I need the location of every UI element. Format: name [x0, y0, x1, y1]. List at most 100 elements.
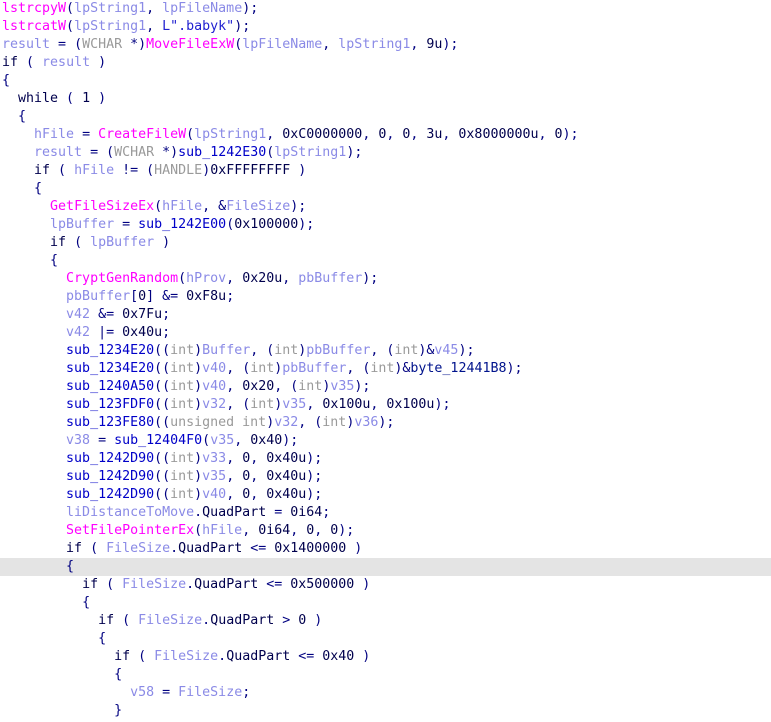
- code-line[interactable]: if ( hFile != (HANDLE)0xFFFFFFFF ): [0, 162, 771, 180]
- code-line[interactable]: result = (WCHAR *)sub_1242E30(lpString1)…: [0, 144, 771, 162]
- code-line[interactable]: if ( result ): [0, 54, 771, 72]
- token-plain: ,: [226, 379, 243, 394]
- code-line[interactable]: sub_1240A50((int)v40, 0x20, (int)v35);: [0, 378, 771, 396]
- token-var: hFile: [74, 163, 115, 178]
- token-func[interactable]: sub_12404F0: [114, 433, 202, 448]
- token-plain: (: [178, 271, 187, 286]
- token-kw: if: [34, 163, 51, 178]
- code-line[interactable]: GetFileSizeEx(hFile, &FileSize);: [0, 198, 771, 216]
- token-member: QuadPart: [226, 649, 291, 664]
- token-func[interactable]: sub_1242D90: [66, 451, 154, 466]
- token-api[interactable]: SetFilePointerEx: [66, 523, 194, 538]
- token-plain: ): [346, 541, 363, 556]
- code-line[interactable]: sub_1234E20((int)Buffer, (int)pbBuffer, …: [0, 342, 771, 360]
- code-line[interactable]: result = (WCHAR *)MoveFileExW(lpFileName…: [0, 36, 771, 54]
- token-func[interactable]: sub_1242E30: [178, 145, 266, 160]
- code-line[interactable]: sub_123FE80((unsigned int)v32, (int)v36)…: [0, 414, 771, 432]
- token-plain: ((: [154, 397, 171, 412]
- token-api[interactable]: CreateFileW: [98, 127, 186, 142]
- code-line[interactable]: lpBuffer = sub_1242E00(0x100000);: [0, 216, 771, 234]
- token-api[interactable]: CryptGenRandom: [66, 271, 178, 286]
- token-num: 0xC0000000: [282, 127, 363, 142]
- token-func[interactable]: sub_1234E20: [66, 361, 154, 376]
- code-line[interactable]: if ( FileSize.QuadPart > 0 ): [0, 612, 771, 630]
- pseudocode-view[interactable]: lstrcpyW(lpString1, lpFileName); lstrcatW…: [0, 0, 771, 722]
- code-line[interactable]: {: [0, 108, 771, 126]
- code-line[interactable]: sub_1234E20((int)v40, (int)pbBuffer, (in…: [0, 360, 771, 378]
- token-plain: ;: [162, 307, 171, 322]
- token-plain: = (: [82, 145, 115, 160]
- token-func[interactable]: sub_1234E20: [66, 343, 154, 358]
- token-func[interactable]: sub_123FDF0: [66, 397, 154, 412]
- token-plain: *): [130, 37, 147, 52]
- token-plain: ,: [226, 271, 243, 286]
- code-line[interactable]: lstrcatW(lpString1, L".babyk");: [0, 18, 771, 36]
- code-line[interactable]: liDistanceToMove.QuadPart = 0i64;: [0, 504, 771, 522]
- token-var: result: [42, 55, 91, 70]
- token-api[interactable]: GetFileSizeEx: [50, 199, 154, 214]
- token-api[interactable]: MoveFileExW: [146, 37, 234, 52]
- token-num: 0xF8u: [186, 289, 227, 304]
- code-line[interactable]: sub_123FDF0((int)v32, (int)v35, 0x100u, …: [0, 396, 771, 414]
- token-func[interactable]: sub_1242D90: [66, 487, 154, 502]
- code-line[interactable]: hFile = CreateFileW(lpString1, 0xC000000…: [0, 126, 771, 144]
- token-num: 0x100u: [322, 397, 371, 412]
- token-kw: if: [2, 55, 19, 70]
- token-func[interactable]: sub_123FE80: [66, 415, 154, 430]
- code-line[interactable]: if ( FileSize.QuadPart <= 0x500000 ): [0, 576, 771, 594]
- token-var: lpFileName: [242, 37, 323, 52]
- token-plain: {: [98, 631, 107, 646]
- code-line[interactable]: v42 |= 0x40u;: [0, 324, 771, 342]
- token-type: int: [170, 487, 195, 502]
- token-kw: while: [18, 91, 59, 106]
- code-line[interactable]: CryptGenRandom(hProv, 0x20u, pbBuffer);: [0, 270, 771, 288]
- token-plain: {: [34, 181, 43, 196]
- token-var: v40: [202, 361, 227, 376]
- token-plain: ): [194, 379, 203, 394]
- code-line[interactable]: if ( FileSize.QuadPart <= 0x40 ): [0, 648, 771, 666]
- code-line[interactable]: {: [0, 630, 771, 648]
- code-line[interactable]: pbBuffer[0] &= 0xF8u;: [0, 288, 771, 306]
- token-plain: , (: [298, 415, 323, 430]
- code-line[interactable]: SetFilePointerEx(hFile, 0i64, 0, 0);: [0, 522, 771, 540]
- code-line[interactable]: v58 = FileSize;: [0, 684, 771, 702]
- token-plain: (: [66, 1, 75, 16]
- token-api[interactable]: lstrcpyW: [2, 1, 66, 16]
- token-plain: )&: [418, 343, 435, 358]
- token-api[interactable]: lstrcatW: [2, 19, 66, 34]
- token-plain: {: [114, 667, 123, 682]
- code-line[interactable]: sub_1242D90((int)v35, 0, 0x40u);: [0, 468, 771, 486]
- code-line[interactable]: {: [0, 180, 771, 198]
- token-plain: ] &=: [146, 289, 187, 304]
- token-kw: if: [114, 649, 131, 664]
- code-line[interactable]: v38 = sub_12404F0(v35, 0x40);: [0, 432, 771, 450]
- code-line[interactable]: if ( lpBuffer ): [0, 234, 771, 252]
- code-line[interactable]: while ( 1 ): [0, 90, 771, 108]
- code-line[interactable]: {: [0, 666, 771, 684]
- code-line[interactable]: }: [0, 702, 771, 720]
- token-var: v40: [202, 379, 227, 394]
- code-line[interactable]: sub_1242D90((int)v33, 0, 0x40u);: [0, 450, 771, 468]
- token-var: v33: [202, 451, 227, 466]
- code-line[interactable]: {: [0, 558, 771, 576]
- token-func[interactable]: sub_1242E00: [138, 217, 226, 232]
- token-var: pbBuffer: [66, 289, 131, 304]
- token-plain: {: [50, 253, 59, 268]
- token-num: 0x500000: [290, 577, 355, 592]
- code-line[interactable]: sub_1242D90((int)v40, 0, 0x40u);: [0, 486, 771, 504]
- token-plain: );: [442, 37, 459, 52]
- token-func[interactable]: sub_1242D90: [66, 469, 154, 484]
- code-line[interactable]: if ( FileSize.QuadPart <= 0x1400000 ): [0, 540, 771, 558]
- code-line[interactable]: {: [0, 594, 771, 612]
- token-plain: ): [354, 577, 371, 592]
- code-line[interactable]: {: [0, 252, 771, 270]
- code-line[interactable]: {: [0, 72, 771, 90]
- code-line[interactable]: v42 &= 0x7Fu;: [0, 306, 771, 324]
- code-line[interactable]: lstrcpyW(lpString1, lpFileName);: [0, 0, 771, 18]
- token-func[interactable]: sub_1240A50: [66, 379, 154, 394]
- token-plain: (: [66, 235, 91, 250]
- token-plain: );: [458, 343, 475, 358]
